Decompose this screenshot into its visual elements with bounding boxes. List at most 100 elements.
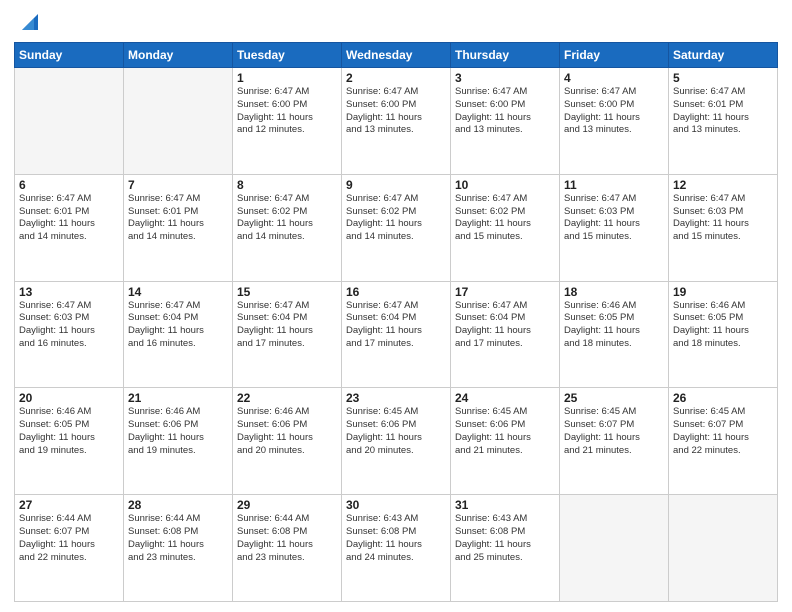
cell-info: Sunrise: 6:44 AMSunset: 6:08 PMDaylight:… (237, 513, 337, 564)
weekday-header-sunday: Sunday (15, 43, 124, 68)
day-number: 16 (346, 285, 446, 299)
cell-info: Sunrise: 6:45 AMSunset: 6:06 PMDaylight:… (346, 406, 446, 457)
cell-info: Sunrise: 6:47 AMSunset: 6:01 PMDaylight:… (128, 193, 228, 244)
cell-info: Sunrise: 6:47 AMSunset: 6:04 PMDaylight:… (455, 300, 555, 351)
day-number: 10 (455, 178, 555, 192)
calendar-cell: 6Sunrise: 6:47 AMSunset: 6:01 PMDaylight… (15, 174, 124, 281)
day-number: 21 (128, 391, 228, 405)
day-number: 3 (455, 71, 555, 85)
day-number: 29 (237, 498, 337, 512)
day-number: 9 (346, 178, 446, 192)
day-number: 31 (455, 498, 555, 512)
calendar-cell: 24Sunrise: 6:45 AMSunset: 6:06 PMDayligh… (451, 388, 560, 495)
day-number: 19 (673, 285, 773, 299)
day-number: 11 (564, 178, 664, 192)
cell-info: Sunrise: 6:46 AMSunset: 6:05 PMDaylight:… (673, 300, 773, 351)
calendar-cell (124, 68, 233, 175)
weekday-header-row: SundayMondayTuesdayWednesdayThursdayFrid… (15, 43, 778, 68)
day-number: 28 (128, 498, 228, 512)
calendar-cell: 22Sunrise: 6:46 AMSunset: 6:06 PMDayligh… (233, 388, 342, 495)
week-row-1: 1Sunrise: 6:47 AMSunset: 6:00 PMDaylight… (15, 68, 778, 175)
calendar-cell: 3Sunrise: 6:47 AMSunset: 6:00 PMDaylight… (451, 68, 560, 175)
day-number: 22 (237, 391, 337, 405)
calendar-cell: 12Sunrise: 6:47 AMSunset: 6:03 PMDayligh… (669, 174, 778, 281)
cell-info: Sunrise: 6:47 AMSunset: 6:03 PMDaylight:… (564, 193, 664, 244)
day-number: 8 (237, 178, 337, 192)
cell-info: Sunrise: 6:46 AMSunset: 6:06 PMDaylight:… (237, 406, 337, 457)
weekday-header-friday: Friday (560, 43, 669, 68)
calendar-cell: 28Sunrise: 6:44 AMSunset: 6:08 PMDayligh… (124, 495, 233, 602)
day-number: 4 (564, 71, 664, 85)
cell-info: Sunrise: 6:45 AMSunset: 6:06 PMDaylight:… (455, 406, 555, 457)
cell-info: Sunrise: 6:47 AMSunset: 6:04 PMDaylight:… (346, 300, 446, 351)
day-number: 2 (346, 71, 446, 85)
calendar-cell: 21Sunrise: 6:46 AMSunset: 6:06 PMDayligh… (124, 388, 233, 495)
logo-icon (18, 10, 42, 34)
cell-info: Sunrise: 6:43 AMSunset: 6:08 PMDaylight:… (455, 513, 555, 564)
cell-info: Sunrise: 6:47 AMSunset: 6:02 PMDaylight:… (237, 193, 337, 244)
cell-info: Sunrise: 6:47 AMSunset: 6:00 PMDaylight:… (346, 86, 446, 137)
calendar-cell: 26Sunrise: 6:45 AMSunset: 6:07 PMDayligh… (669, 388, 778, 495)
cell-info: Sunrise: 6:47 AMSunset: 6:00 PMDaylight:… (237, 86, 337, 137)
calendar-cell: 10Sunrise: 6:47 AMSunset: 6:02 PMDayligh… (451, 174, 560, 281)
cell-info: Sunrise: 6:44 AMSunset: 6:08 PMDaylight:… (128, 513, 228, 564)
calendar-cell: 1Sunrise: 6:47 AMSunset: 6:00 PMDaylight… (233, 68, 342, 175)
calendar-cell: 20Sunrise: 6:46 AMSunset: 6:05 PMDayligh… (15, 388, 124, 495)
calendar-cell (560, 495, 669, 602)
day-number: 12 (673, 178, 773, 192)
day-number: 6 (19, 178, 119, 192)
day-number: 15 (237, 285, 337, 299)
day-number: 17 (455, 285, 555, 299)
calendar-cell: 8Sunrise: 6:47 AMSunset: 6:02 PMDaylight… (233, 174, 342, 281)
day-number: 24 (455, 391, 555, 405)
day-number: 13 (19, 285, 119, 299)
cell-info: Sunrise: 6:47 AMSunset: 6:01 PMDaylight:… (19, 193, 119, 244)
calendar-cell: 23Sunrise: 6:45 AMSunset: 6:06 PMDayligh… (342, 388, 451, 495)
cell-info: Sunrise: 6:47 AMSunset: 6:03 PMDaylight:… (19, 300, 119, 351)
calendar-cell: 4Sunrise: 6:47 AMSunset: 6:00 PMDaylight… (560, 68, 669, 175)
weekday-header-wednesday: Wednesday (342, 43, 451, 68)
calendar-cell: 25Sunrise: 6:45 AMSunset: 6:07 PMDayligh… (560, 388, 669, 495)
day-number: 30 (346, 498, 446, 512)
cell-info: Sunrise: 6:47 AMSunset: 6:02 PMDaylight:… (346, 193, 446, 244)
calendar-cell: 15Sunrise: 6:47 AMSunset: 6:04 PMDayligh… (233, 281, 342, 388)
cell-info: Sunrise: 6:46 AMSunset: 6:06 PMDaylight:… (128, 406, 228, 457)
week-row-3: 13Sunrise: 6:47 AMSunset: 6:03 PMDayligh… (15, 281, 778, 388)
week-row-4: 20Sunrise: 6:46 AMSunset: 6:05 PMDayligh… (15, 388, 778, 495)
day-number: 1 (237, 71, 337, 85)
cell-info: Sunrise: 6:47 AMSunset: 6:02 PMDaylight:… (455, 193, 555, 244)
day-number: 20 (19, 391, 119, 405)
calendar-cell: 29Sunrise: 6:44 AMSunset: 6:08 PMDayligh… (233, 495, 342, 602)
cell-info: Sunrise: 6:43 AMSunset: 6:08 PMDaylight:… (346, 513, 446, 564)
day-number: 14 (128, 285, 228, 299)
calendar-cell: 17Sunrise: 6:47 AMSunset: 6:04 PMDayligh… (451, 281, 560, 388)
cell-info: Sunrise: 6:46 AMSunset: 6:05 PMDaylight:… (19, 406, 119, 457)
week-row-2: 6Sunrise: 6:47 AMSunset: 6:01 PMDaylight… (15, 174, 778, 281)
calendar-cell (669, 495, 778, 602)
page: SundayMondayTuesdayWednesdayThursdayFrid… (0, 0, 792, 612)
cell-info: Sunrise: 6:46 AMSunset: 6:05 PMDaylight:… (564, 300, 664, 351)
calendar-cell: 13Sunrise: 6:47 AMSunset: 6:03 PMDayligh… (15, 281, 124, 388)
cell-info: Sunrise: 6:47 AMSunset: 6:00 PMDaylight:… (455, 86, 555, 137)
calendar-cell: 2Sunrise: 6:47 AMSunset: 6:00 PMDaylight… (342, 68, 451, 175)
day-number: 26 (673, 391, 773, 405)
day-number: 25 (564, 391, 664, 405)
cell-info: Sunrise: 6:47 AMSunset: 6:04 PMDaylight:… (128, 300, 228, 351)
weekday-header-monday: Monday (124, 43, 233, 68)
calendar-cell: 7Sunrise: 6:47 AMSunset: 6:01 PMDaylight… (124, 174, 233, 281)
weekday-header-saturday: Saturday (669, 43, 778, 68)
day-number: 27 (19, 498, 119, 512)
cell-info: Sunrise: 6:44 AMSunset: 6:07 PMDaylight:… (19, 513, 119, 564)
week-row-5: 27Sunrise: 6:44 AMSunset: 6:07 PMDayligh… (15, 495, 778, 602)
calendar-cell: 31Sunrise: 6:43 AMSunset: 6:08 PMDayligh… (451, 495, 560, 602)
weekday-header-thursday: Thursday (451, 43, 560, 68)
day-number: 23 (346, 391, 446, 405)
day-number: 7 (128, 178, 228, 192)
calendar-cell: 14Sunrise: 6:47 AMSunset: 6:04 PMDayligh… (124, 281, 233, 388)
calendar-cell: 11Sunrise: 6:47 AMSunset: 6:03 PMDayligh… (560, 174, 669, 281)
calendar: SundayMondayTuesdayWednesdayThursdayFrid… (14, 42, 778, 602)
calendar-cell: 5Sunrise: 6:47 AMSunset: 6:01 PMDaylight… (669, 68, 778, 175)
cell-info: Sunrise: 6:47 AMSunset: 6:04 PMDaylight:… (237, 300, 337, 351)
calendar-cell: 9Sunrise: 6:47 AMSunset: 6:02 PMDaylight… (342, 174, 451, 281)
calendar-cell: 19Sunrise: 6:46 AMSunset: 6:05 PMDayligh… (669, 281, 778, 388)
